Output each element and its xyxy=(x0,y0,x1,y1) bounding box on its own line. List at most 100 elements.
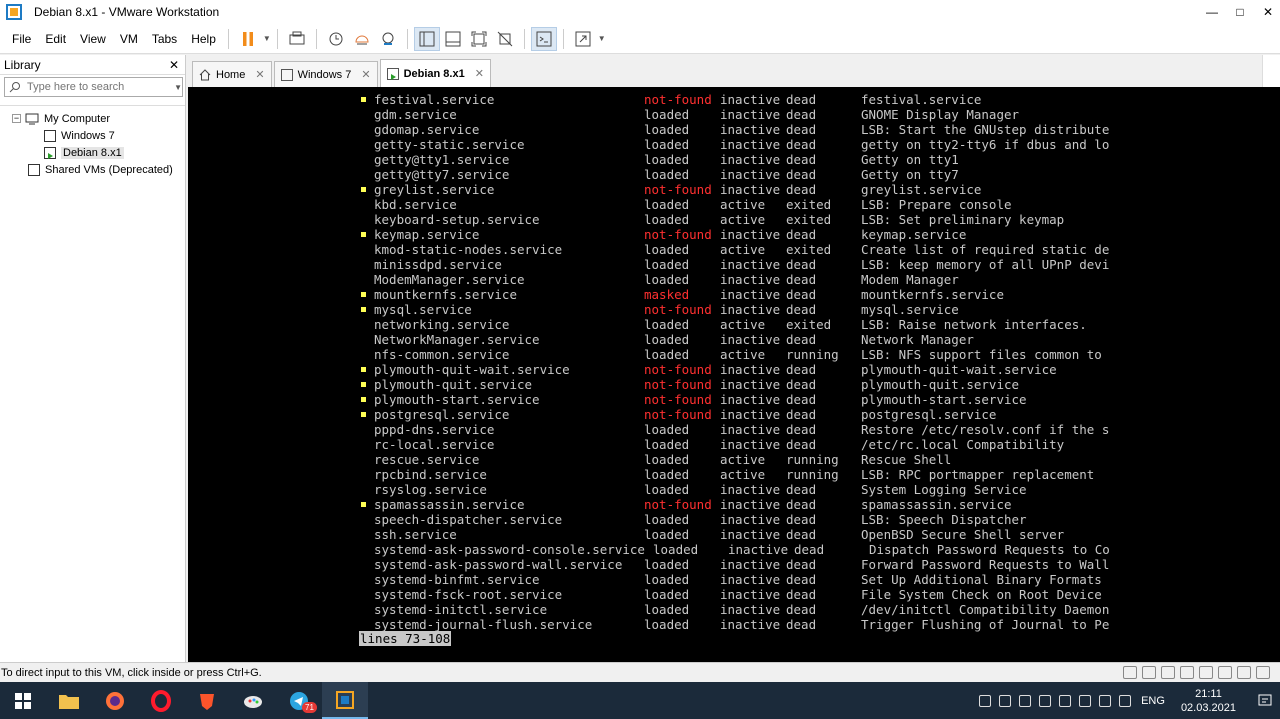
network-icon[interactable] xyxy=(1099,694,1112,707)
taskbar-vmware[interactable] xyxy=(322,682,368,719)
console-unit: minissdpd.service xyxy=(374,257,502,272)
messages-icon[interactable] xyxy=(1256,666,1270,679)
minimize-button[interactable]: — xyxy=(1200,0,1224,24)
revert-snapshot-button[interactable] xyxy=(349,27,375,51)
display-icon[interactable] xyxy=(1237,666,1251,679)
sound-icon[interactable] xyxy=(1218,666,1232,679)
tree-item-my-computer[interactable]: − My Computer xyxy=(0,110,185,127)
stretch-button[interactable] xyxy=(570,27,596,51)
menu-view[interactable]: View xyxy=(74,32,112,46)
tab-close-button[interactable]: ✕ xyxy=(255,68,264,81)
console-desc: mysql.service xyxy=(861,302,959,317)
console-row: rpcbind.service loaded active running LSB: R… xyxy=(188,467,1280,482)
console-unit: greylist.service xyxy=(374,182,495,197)
tab-home[interactable]: Home ✕ xyxy=(192,61,272,87)
close-button[interactable]: ✕ xyxy=(1256,0,1280,24)
menu-vm[interactable]: VM xyxy=(114,32,144,46)
unity-button[interactable] xyxy=(492,27,518,51)
action-center-button[interactable] xyxy=(1250,682,1280,719)
volume-icon[interactable] xyxy=(1119,694,1132,707)
network-adapter-icon[interactable] xyxy=(1161,666,1175,679)
taskbar-firefox[interactable] xyxy=(92,682,138,719)
warning-bullet-icon xyxy=(361,292,366,297)
library-panel: Library ✕ ▼ − My Computer Windows 7 Debi… xyxy=(0,55,186,662)
tree-item-windows-7[interactable]: Windows 7 xyxy=(0,127,185,144)
console-load: loaded xyxy=(644,482,690,497)
tree-item-debian[interactable]: Debian 8.x1 xyxy=(0,144,185,161)
show-library-button[interactable] xyxy=(413,26,440,51)
chevron-down-icon[interactable]: ▼ xyxy=(174,83,182,92)
console-active: inactive xyxy=(720,392,781,407)
snapshot-button[interactable] xyxy=(323,27,349,51)
menu-file[interactable]: File xyxy=(6,32,37,46)
console-row: rc-local.service loaded inactive dead/etc/r… xyxy=(188,437,1280,452)
chevron-down-icon[interactable]: ▼ xyxy=(263,34,271,43)
console-sub: dead xyxy=(786,122,817,137)
full-screen-button[interactable] xyxy=(466,27,492,51)
console-sub: dead xyxy=(786,572,817,587)
console-unit: plymouth-quit-wait.service xyxy=(374,362,570,377)
suspend-button[interactable] xyxy=(235,27,261,51)
console-desc: LSB: keep memory of all UPnP devi xyxy=(861,257,1110,272)
console-desc: Rescue Shell xyxy=(861,452,952,467)
console-load: loaded xyxy=(644,197,690,212)
vm-console[interactable]: lines 73-108 festival.service not-found in… xyxy=(188,87,1280,662)
console-active: inactive xyxy=(720,92,781,107)
taskbar-telegram[interactable]: 71 xyxy=(276,682,322,719)
tray-app-icon[interactable] xyxy=(1059,694,1072,707)
send-ctrl-alt-del-button[interactable] xyxy=(284,27,310,51)
tray-app-icon[interactable] xyxy=(979,694,992,707)
menu-edit[interactable]: Edit xyxy=(39,32,72,46)
console-row: kbd.service loaded active exited LSB: Prepar… xyxy=(188,197,1280,212)
tree-item-shared-vms[interactable]: Shared VMs (Deprecated) xyxy=(0,161,185,178)
usb-icon[interactable] xyxy=(1180,666,1194,679)
tab-windows-7[interactable]: Windows 7 ✕ xyxy=(273,61,378,87)
console-desc: Forward Password Requests to Wall xyxy=(861,557,1110,572)
console-unit: systemd-initctl.service xyxy=(374,602,548,617)
library-search[interactable]: ▼ xyxy=(4,77,183,97)
library-close-button[interactable]: ✕ xyxy=(169,58,179,72)
collapse-toggle[interactable]: − xyxy=(12,114,21,123)
tray-app-icon[interactable] xyxy=(1039,694,1052,707)
tab-scroll[interactable] xyxy=(1262,55,1280,87)
console-view-button[interactable] xyxy=(530,26,557,51)
console-desc: LSB: Raise network interfaces. xyxy=(861,317,1087,332)
language-indicator[interactable]: ENG xyxy=(1141,695,1165,707)
console-load: not-found xyxy=(644,407,712,422)
library-search-input[interactable] xyxy=(27,81,173,93)
taskbar-brave[interactable] xyxy=(184,682,230,719)
snapshot-manager-button[interactable] xyxy=(375,27,401,51)
hard-disk-icon[interactable] xyxy=(1123,666,1137,679)
console-desc: LSB: RPC portmapper replacement xyxy=(861,467,1095,482)
console-active: active xyxy=(720,347,766,362)
tab-debian[interactable]: Debian 8.x1 ✕ xyxy=(379,59,491,87)
console-row: NetworkManager.service loaded inactive dead… xyxy=(188,332,1280,347)
clock[interactable]: 21:11 02.03.2021 xyxy=(1181,687,1236,715)
console-desc: mountkernfs.service xyxy=(861,287,1004,302)
console-row: spamassassin.service not-found inactive dea… xyxy=(188,497,1280,512)
console-unit: spamassassin.service xyxy=(374,497,525,512)
tray-app-icon[interactable] xyxy=(999,694,1012,707)
taskbar-paint[interactable] xyxy=(230,682,276,719)
menu-tabs[interactable]: Tabs xyxy=(146,32,183,46)
console-unit: keymap.service xyxy=(374,227,480,242)
console-desc: System Logging Service xyxy=(861,482,1027,497)
maximize-button[interactable]: □ xyxy=(1228,0,1252,24)
taskbar-file-explorer[interactable] xyxy=(46,682,92,719)
usb-icon[interactable] xyxy=(1079,694,1092,707)
console-load: loaded xyxy=(644,167,690,182)
menu-help[interactable]: Help xyxy=(185,32,222,46)
start-button[interactable] xyxy=(0,682,46,719)
tab-close-button[interactable]: ✕ xyxy=(361,68,370,81)
printer-icon[interactable] xyxy=(1199,666,1213,679)
console-load: loaded xyxy=(644,602,690,617)
cd-drive-icon[interactable] xyxy=(1142,666,1156,679)
thumbnail-bar-button[interactable] xyxy=(440,27,466,51)
taskbar-opera[interactable] xyxy=(138,682,184,719)
console-row: mysql.service not-found inactive dead mysql.… xyxy=(188,302,1280,317)
console-row: gdm.service loaded inactive dead GNOME Displ… xyxy=(188,107,1280,122)
tray-app-icon[interactable] xyxy=(1019,694,1032,707)
tab-close-button[interactable]: ✕ xyxy=(475,67,484,80)
console-unit: getty-static.service xyxy=(374,137,525,152)
chevron-down-icon[interactable]: ▼ xyxy=(598,34,606,43)
